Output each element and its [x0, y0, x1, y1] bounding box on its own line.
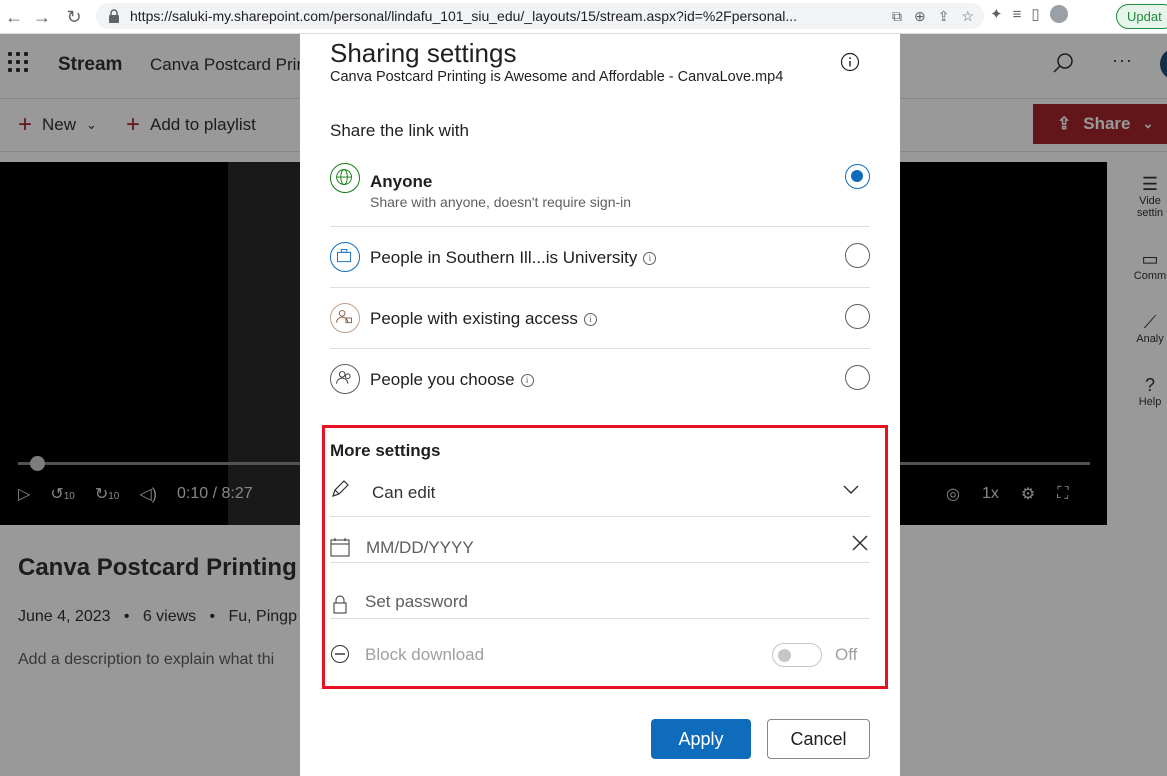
- option-existing-access[interactable]: People with existing access i: [330, 288, 870, 349]
- forward-icon[interactable]: →: [28, 3, 56, 31]
- info-icon[interactable]: i: [520, 373, 534, 387]
- copy-icon[interactable]: ⧉: [892, 8, 902, 25]
- sidebar-icon[interactable]: ▯: [1031, 5, 1039, 23]
- people-icon: [330, 364, 360, 394]
- option-text: People in Southern Ill...is University: [370, 248, 638, 267]
- option-text: People with existing access: [370, 309, 578, 328]
- option-specific-people[interactable]: People you choose i: [330, 349, 870, 410]
- browser-toolbar: ← → ↻ https://saluki-my.sharepoint.com/p…: [0, 0, 1167, 34]
- lock-icon: [109, 9, 119, 23]
- radio-anyone[interactable]: [845, 164, 870, 189]
- info-icon[interactable]: [840, 52, 860, 72]
- option-anyone[interactable]: Anyone Share with anyone, doesn't requir…: [330, 152, 870, 227]
- dialog-title: Sharing settings: [330, 38, 517, 68]
- info-icon[interactable]: i: [583, 312, 597, 326]
- option-label: People in Southern Ill...is University i: [370, 248, 657, 268]
- option-description: Share with anyone, doesn't require sign-…: [370, 194, 632, 210]
- option-organization[interactable]: People in Southern Ill...is University i: [330, 227, 870, 288]
- bookmark-star-icon[interactable]: ☆: [961, 8, 974, 25]
- extensions-icon[interactable]: ✦: [990, 5, 1003, 23]
- info-icon[interactable]: i: [643, 251, 657, 265]
- radio-existing-access[interactable]: [845, 304, 870, 329]
- media-icon[interactable]: ≡: [1013, 6, 1022, 23]
- people-lock-icon: [330, 303, 360, 333]
- option-label: People with existing access i: [370, 309, 597, 329]
- address-bar[interactable]: https://saluki-my.sharepoint.com/persona…: [96, 3, 984, 29]
- update-button[interactable]: Updat: [1116, 4, 1167, 29]
- cancel-button[interactable]: Cancel: [767, 719, 870, 759]
- option-label: Anyone: [370, 172, 433, 191]
- reload-icon[interactable]: ↻: [60, 3, 88, 31]
- file-name: Canva Postcard Printing is Awesome and A…: [330, 69, 784, 85]
- radio-organization[interactable]: [845, 243, 870, 268]
- more-settings-highlight: [322, 425, 888, 689]
- apply-button[interactable]: Apply: [651, 719, 751, 759]
- briefcase-icon: [330, 242, 360, 272]
- share-page-icon[interactable]: ⇪: [938, 8, 950, 25]
- share-link-heading: Share the link with: [330, 121, 469, 140]
- globe-icon: [330, 163, 360, 193]
- profile-icon[interactable]: [1049, 5, 1068, 23]
- option-label: People you choose i: [370, 370, 534, 390]
- url-text: https://saluki-my.sharepoint.com/persona…: [130, 8, 798, 24]
- radio-specific-people[interactable]: [845, 365, 870, 390]
- zoom-icon[interactable]: ⊕: [914, 8, 926, 25]
- back-icon[interactable]: ←: [0, 3, 28, 31]
- option-text: People you choose: [370, 370, 515, 389]
